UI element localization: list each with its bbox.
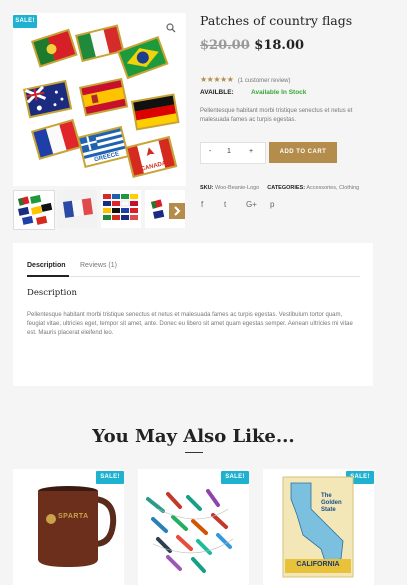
tab-divider <box>27 276 360 277</box>
related-title-underline <box>185 452 203 453</box>
product-tabs-panel: Description Reviews (1) Description Pell… <box>13 243 373 386</box>
quantity-stepper: - 1 + <box>200 142 266 164</box>
customer-review-link[interactable]: (1 customer review) <box>238 78 291 84</box>
categories-label: CATEGORIES: <box>267 185 306 191</box>
short-description: Pellentesque habitant morbi tristique se… <box>200 108 353 123</box>
qty-input[interactable]: 1 <box>227 148 231 155</box>
star-rating: ★★★★★ <box>200 75 234 84</box>
availability-label: AVAILBLE: <box>200 89 234 96</box>
product-meta: SKU: Woo-Beanie-Logo CATEGORIES: Accesso… <box>200 185 359 191</box>
add-to-cart-button[interactable]: ADD TO CART <box>269 142 337 163</box>
tab-description[interactable]: Description <box>27 262 66 269</box>
mug-image <box>38 486 117 567</box>
related-title: You May Also Like... <box>92 426 295 447</box>
search-icon[interactable] <box>166 23 176 33</box>
map-top-text: The Golden State <box>321 493 342 513</box>
tab-active-indicator <box>27 275 69 277</box>
thumbnail-3[interactable] <box>101 190 141 228</box>
twitter-icon[interactable]: t <box>224 200 226 209</box>
category-separator: , <box>335 185 338 191</box>
description-body: Pellentesque habitant morbi tristique se… <box>27 312 353 336</box>
pendants-image <box>146 489 234 573</box>
category-clothing[interactable]: Clothing <box>339 185 359 191</box>
sku-label: SKU: <box>200 185 214 191</box>
qty-plus-button[interactable]: + <box>249 148 253 155</box>
pinterest-icon[interactable]: p <box>270 200 274 209</box>
next-thumbnail-button[interactable] <box>169 203 185 219</box>
flags-photo: GREECE CANADA <box>13 13 186 186</box>
category-accessories[interactable]: Accessories <box>306 185 336 191</box>
related-product-mug[interactable]: SALE! SPARTA <box>13 469 124 585</box>
map-bottom-text: CALIFORNIA <box>296 561 340 568</box>
description-heading: Description <box>27 288 77 298</box>
sale-badge: SALE! <box>13 15 37 28</box>
facebook-icon[interactable]: f <box>201 200 203 209</box>
product-main-image[interactable]: GREECE CANADA SALE! <box>13 13 186 186</box>
related-product-california[interactable]: SALE! The Golden State CALIFORNIA <box>263 469 374 585</box>
thumbnail-2[interactable] <box>57 190 97 228</box>
price-block: $20.00 $18.00 <box>200 38 304 53</box>
sku-value: Woo-Beanie-Logo <box>214 185 260 191</box>
chevron-right-icon <box>174 206 181 216</box>
related-product-pendants[interactable]: SALE! <box>138 469 249 585</box>
google-plus-icon[interactable]: G+ <box>246 200 257 209</box>
qty-minus-button[interactable]: - <box>209 148 211 155</box>
thumbnail-1[interactable] <box>13 190 55 230</box>
old-price: $20.00 <box>200 38 250 53</box>
rating-row: ★★★★★ (1 customer review) <box>200 69 291 87</box>
tab-reviews[interactable]: Reviews (1) <box>80 262 117 269</box>
mug-text: SPARTA <box>58 513 89 520</box>
current-price: $18.00 <box>254 38 305 53</box>
availability-value: Available In Stock <box>251 89 307 96</box>
product-title: Patches of country flags <box>200 13 353 28</box>
